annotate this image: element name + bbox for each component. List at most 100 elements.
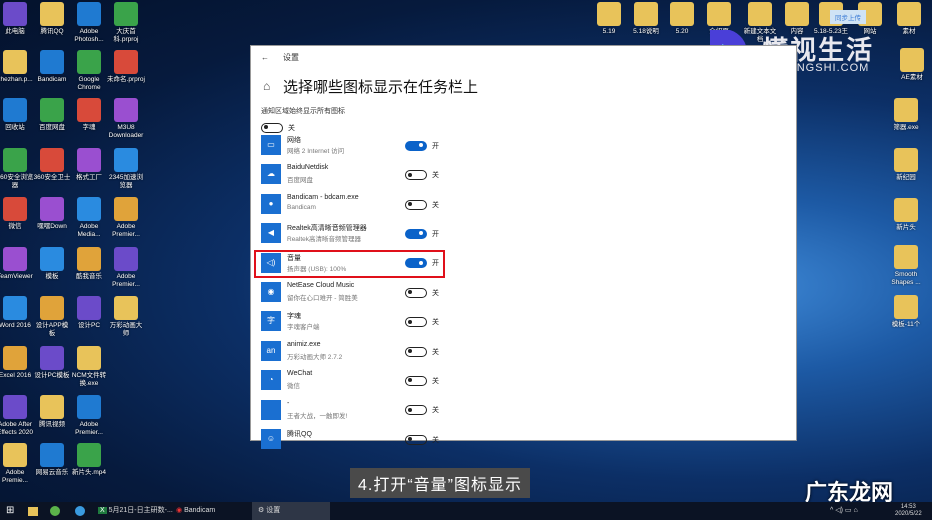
desktop-icon[interactable]: 新片头 xyxy=(887,198,925,232)
always-show-toggle[interactable] xyxy=(261,123,283,133)
desktop-icon-label: 5.18说明 xyxy=(627,28,665,36)
desktop-icon[interactable]: 模板-11个 xyxy=(887,295,925,329)
desktop-icon[interactable]: 腾讯QQ xyxy=(33,2,71,36)
desktop-icon[interactable]: 腾讯视频 xyxy=(33,395,71,429)
desktop-icon[interactable]: Excel 2016 xyxy=(0,346,34,380)
desktop-icon[interactable]: 新纪园 xyxy=(887,148,925,182)
desktop-icon[interactable]: Adobe Premier... xyxy=(107,197,145,239)
desktop-icon[interactable]: Word 2016 xyxy=(0,296,34,330)
desktop-icon[interactable]: 设计PC xyxy=(70,296,108,330)
item-toggle[interactable] xyxy=(405,141,427,151)
app-icon xyxy=(3,2,27,26)
browser-icon[interactable] xyxy=(75,506,85,516)
file-explorer-icon[interactable] xyxy=(28,507,38,516)
item-toggle[interactable] xyxy=(405,170,427,180)
desktop-icon-label: Smooth Shapes ... xyxy=(887,271,925,287)
item-name: 字魂 xyxy=(287,311,301,321)
start-button[interactable]: ⊞ xyxy=(6,504,14,518)
back-button[interactable]: ← xyxy=(261,53,269,62)
desktop-icon[interactable]: 设计APP模板 xyxy=(33,296,71,338)
app-icon xyxy=(77,247,101,271)
item-toggle[interactable] xyxy=(405,229,427,239)
desktop-icon[interactable]: 嘿嘿Down xyxy=(33,197,71,231)
app-icon xyxy=(670,2,694,26)
clock[interactable]: 14:532020/5/22 xyxy=(895,504,922,518)
item-toggle[interactable] xyxy=(405,376,427,386)
desktop-icon[interactable]: 网易云音乐 xyxy=(33,443,71,477)
desktop-icon-label: 新片头 xyxy=(887,224,925,232)
desktop-icon[interactable]: 360安全浏览器 xyxy=(0,148,34,190)
desktop-icon[interactable]: 筛器.exe xyxy=(887,98,925,132)
taskbar-excel[interactable]: X 5月21日-日主研数-... xyxy=(98,504,173,518)
desktop-icon-label: 字魂 xyxy=(70,124,108,132)
app-icon: ● xyxy=(261,194,281,214)
desktop-icon[interactable]: zhezhan.p... xyxy=(0,50,34,84)
item-toggle[interactable] xyxy=(405,317,427,327)
desktop-icon[interactable]: AE素材 xyxy=(893,48,931,82)
item-toggle[interactable] xyxy=(405,200,427,210)
desktop-icon[interactable]: 酷我音乐 xyxy=(70,247,108,281)
desktop-icon[interactable]: Bandicam xyxy=(33,50,71,84)
app-icon xyxy=(3,296,27,320)
system-tray[interactable]: ^ ◁) ▭ ⌂ xyxy=(830,504,858,518)
desktop-icon[interactable]: TeamViewer xyxy=(0,247,34,281)
app-icon xyxy=(77,50,101,74)
desktop-icon[interactable]: Google Chrome xyxy=(70,50,108,92)
app-icon xyxy=(894,198,918,222)
item-toggle[interactable] xyxy=(405,435,427,445)
taskbar-bandicam[interactable]: ◉ Bandicam xyxy=(176,504,215,518)
desktop-icon[interactable]: Adobe Premier... xyxy=(70,395,108,437)
desktop-icon[interactable]: 格式工厂 xyxy=(70,148,108,182)
desktop-icon[interactable]: Adobe After Effects 2020 xyxy=(0,395,34,437)
app-icon: ☺ xyxy=(261,429,281,449)
desktop-icon[interactable]: 百度网盘 xyxy=(33,98,71,132)
desktop-icon[interactable]: 5.19 xyxy=(590,2,628,36)
desktop-icon[interactable]: 素材 xyxy=(890,2,928,36)
app-icon xyxy=(77,346,101,370)
taskbar: ⊞ X 5月21日-日主研数-... ◉ Bandicam ⚙ 设置 ^ ◁) … xyxy=(0,502,932,520)
desktop-icon[interactable]: 未命名.prproj xyxy=(107,50,145,84)
caption: 4.打开“音量”图标显示 xyxy=(350,468,530,498)
desktop-icon[interactable]: Adobe Premier... xyxy=(107,247,145,289)
taskbar-settings[interactable]: ⚙ 设置 xyxy=(252,502,330,520)
desktop-icon[interactable]: 新片头.mp4 xyxy=(70,443,108,477)
item-toggle[interactable] xyxy=(405,347,427,357)
desktop-icon[interactable]: Adobe Premie... xyxy=(0,443,34,485)
desktop-icon-label: 嘿嘿Down xyxy=(33,223,71,231)
settings-window: ←设置 ⌂ 选择哪些图标显示在任务栏上 通知区域始终显示所有图标 关 ▭ 网络 … xyxy=(250,45,797,441)
desktop-icon[interactable]: 微信 xyxy=(0,197,34,231)
bandicam-icon: ◉ xyxy=(176,507,182,514)
desktop-icon[interactable]: 大庆首科.prproj xyxy=(107,2,145,44)
desktop-icon[interactable]: 此电脑 xyxy=(0,2,34,36)
desktop-icon[interactable]: NCM文件转换.exe xyxy=(70,346,108,388)
desktop-icon-label: 2345加速浏览器 xyxy=(107,174,145,190)
app-icon xyxy=(3,395,27,419)
item-toggle[interactable] xyxy=(405,405,427,415)
tray-icon-row: ☺ 腾讯QQ 关 xyxy=(261,427,451,453)
cloud-upload-badge[interactable]: 同步上传 xyxy=(830,10,866,24)
item-name: - xyxy=(287,400,289,407)
desktop-icon[interactable]: 设计PC模板 xyxy=(33,346,71,380)
desktop-icon[interactable]: Adobe Photosh... xyxy=(70,2,108,44)
desktop-icon[interactable]: 5.18说明 xyxy=(627,2,665,36)
desktop-icon[interactable]: 模板 xyxy=(33,247,71,281)
app-icon xyxy=(40,247,64,271)
desktop-icon[interactable]: Adobe Media... xyxy=(70,197,108,239)
item-toggle[interactable] xyxy=(405,288,427,298)
desktop-icon-label: Excel 2016 xyxy=(0,372,34,380)
desktop-icon[interactable]: 万彩动画大师 xyxy=(107,296,145,338)
desktop-icon[interactable]: 回收站 xyxy=(0,98,34,132)
desktop-icon[interactable]: 2345加速浏览器 xyxy=(107,148,145,190)
highlight-box xyxy=(254,250,445,278)
desktop-icon[interactable]: 5.20 xyxy=(663,2,701,36)
360-icon[interactable] xyxy=(50,506,60,516)
desktop-icon[interactable]: 360安全卫士 xyxy=(33,148,71,182)
app-icon xyxy=(40,98,64,122)
app-icon xyxy=(40,2,64,26)
home-icon[interactable]: ⌂ xyxy=(263,79,270,93)
item-subtitle: 网络 2 Internet 访问 xyxy=(287,145,344,155)
desktop-icon[interactable]: M3U8 Downloader xyxy=(107,98,145,140)
desktop-icon[interactable]: 字魂 xyxy=(70,98,108,132)
desktop-icon[interactable]: Smooth Shapes ... xyxy=(887,245,925,287)
app-icon xyxy=(3,247,27,271)
